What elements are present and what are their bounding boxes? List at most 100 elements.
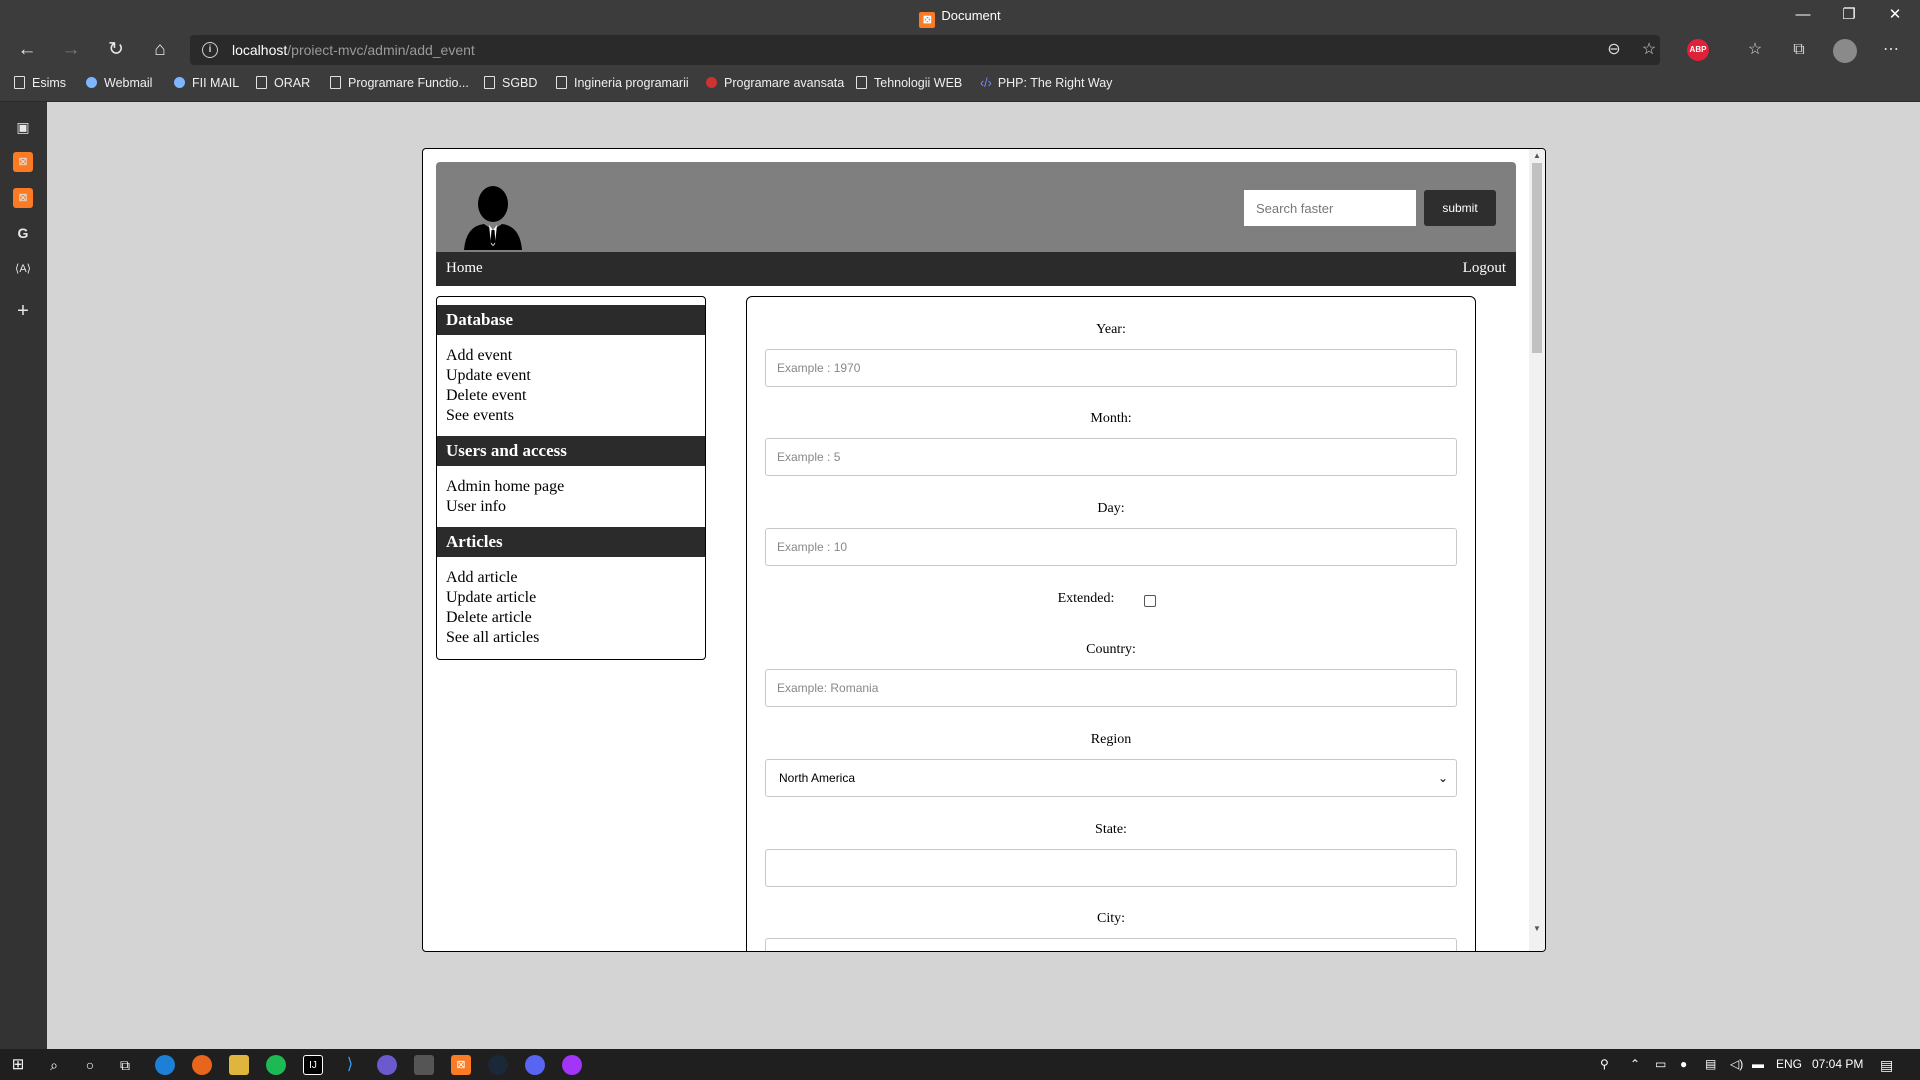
scrollbar-thumb[interactable] xyxy=(1532,163,1542,353)
sidebar-link-update-event[interactable]: Update event xyxy=(446,367,531,385)
search-icon[interactable]: ⌕ xyxy=(44,1055,64,1075)
sidebar-link-delete-article[interactable]: Delete article xyxy=(446,609,532,627)
bookmark-programare-avansata[interactable]: Programare avansata xyxy=(706,76,844,90)
collections-icon[interactable]: ⧉ xyxy=(1788,39,1810,61)
people-icon[interactable]: ⚲ xyxy=(1600,1057,1609,1071)
extended-label: Extended: xyxy=(1057,591,1115,606)
file-explorer-icon[interactable] xyxy=(229,1055,249,1075)
sidebar-link-user-info[interactable]: User info xyxy=(446,498,506,516)
page-icon xyxy=(256,76,267,89)
tray-chevron-icon[interactable]: ⌃ xyxy=(1630,1057,1640,1071)
add-tab-icon[interactable]: + xyxy=(13,301,33,321)
year-input[interactable] xyxy=(765,349,1457,387)
language-indicator[interactable]: ENG xyxy=(1776,1057,1802,1071)
info-icon[interactable]: i xyxy=(202,42,218,58)
sidebar-link-delete-event[interactable]: Delete event xyxy=(446,387,526,405)
messenger-icon[interactable] xyxy=(562,1055,582,1075)
country-input[interactable] xyxy=(765,669,1457,707)
steam-icon[interactable] xyxy=(488,1055,508,1075)
spotify-icon[interactable] xyxy=(266,1055,286,1075)
task-view-icon[interactable]: ⧉ xyxy=(115,1055,135,1075)
bookmark-ingineria-programarii[interactable]: Ingineria programarii xyxy=(556,76,689,90)
clock[interactable]: 07:04 PM xyxy=(1812,1057,1863,1071)
firefox-icon[interactable] xyxy=(192,1055,212,1075)
minimize-button[interactable]: — xyxy=(1780,0,1826,32)
region-selected-value: North America xyxy=(779,771,856,785)
xampp-tab-icon[interactable]: ⊠ xyxy=(13,188,33,208)
state-input[interactable] xyxy=(765,849,1457,887)
page-icon xyxy=(330,76,341,89)
bookmark-esims[interactable]: Esims xyxy=(14,76,66,90)
url-text[interactable]: localhost/proiect-mvc/admin/add_event xyxy=(232,42,475,58)
google-icon[interactable]: G xyxy=(13,223,33,243)
bookmark-fii-mail[interactable]: FII MAIL xyxy=(174,76,239,90)
submit-button[interactable]: submit xyxy=(1424,190,1496,226)
battery-icon[interactable]: ▭ xyxy=(1655,1057,1666,1071)
day-input[interactable] xyxy=(765,528,1457,566)
month-input[interactable] xyxy=(765,438,1457,476)
sidebar-link-see-all-articles[interactable]: See all articles xyxy=(446,629,539,647)
search-input[interactable] xyxy=(1244,190,1416,226)
home-icon[interactable]: ⌂ xyxy=(145,36,175,64)
window-title: ⊠ Document xyxy=(0,8,1920,28)
scroll-up-icon[interactable]: ▲ xyxy=(1532,151,1542,160)
app-tab-icon[interactable]: ⟨A⟩ xyxy=(13,259,33,279)
sidebar-link-update-article[interactable]: Update article xyxy=(446,589,536,607)
scroll-down-icon[interactable]: ▼ xyxy=(1532,924,1542,933)
bookmark-orar[interactable]: ORAR xyxy=(256,76,310,90)
notifications-icon[interactable]: ▤ xyxy=(1880,1057,1893,1074)
add-favorite-icon[interactable]: ☆ xyxy=(1638,39,1660,61)
intellij-icon[interactable]: IJ xyxy=(303,1055,323,1075)
app-icon[interactable] xyxy=(377,1055,397,1075)
profile-avatar[interactable] xyxy=(1833,39,1857,63)
adblock-icon[interactable]: ABP xyxy=(1687,39,1709,61)
discord-icon[interactable] xyxy=(525,1055,545,1075)
forward-icon[interactable]: → xyxy=(56,36,86,64)
sidebar-link-see-events[interactable]: See events xyxy=(446,407,514,425)
vscode-icon[interactable]: ⟩ xyxy=(340,1055,360,1075)
nav-logout-link[interactable]: Logout xyxy=(1463,260,1506,277)
bookmark-tehnologii-web[interactable]: Tehnologii WEB xyxy=(856,76,962,90)
region-select[interactable]: North America ⌄ xyxy=(765,759,1457,797)
volume-icon[interactable]: ◁) xyxy=(1730,1057,1743,1071)
back-icon[interactable]: ← xyxy=(12,36,42,64)
bookmark-programare-functionala[interactable]: Programare Functio... xyxy=(330,76,469,90)
battery-status-icon[interactable]: ▬ xyxy=(1752,1057,1764,1071)
xampp-icon[interactable]: ⊠ xyxy=(451,1055,471,1075)
more-icon[interactable]: ⋯ xyxy=(1880,39,1902,61)
section-header-users: Users and access xyxy=(437,436,705,466)
section-header-database: Database xyxy=(437,305,705,335)
zoom-icon[interactable]: ⊖ xyxy=(1603,39,1625,61)
app-icon[interactable] xyxy=(414,1055,434,1075)
refresh-icon[interactable]: ↻ xyxy=(101,36,131,64)
windows-taskbar: ⊞ ⌕ ○ ⧉ IJ ⟩ ⊠ ⚲ ⌃ ▭ ● ▤ ◁) ▬ ENG 07:04 … xyxy=(0,1049,1920,1080)
section-header-articles: Articles xyxy=(437,527,705,557)
windows-start-icon[interactable]: ⊞ xyxy=(8,1055,28,1075)
xampp-tab-icon[interactable]: ⊠ xyxy=(13,152,33,172)
globe-icon xyxy=(86,77,97,88)
page-scrollbar[interactable]: ▲ ▼ xyxy=(1529,149,1545,951)
extended-checkbox[interactable] xyxy=(1144,595,1156,607)
bookmark-sgbd[interactable]: SGBD xyxy=(484,76,537,90)
network-icon[interactable]: ▤ xyxy=(1705,1057,1716,1071)
restore-button[interactable]: ❐ xyxy=(1826,0,1872,32)
bookmark-php-right-way[interactable]: ‹/› PHP: The Right Way xyxy=(980,76,1112,90)
mic-icon[interactable]: ● xyxy=(1680,1057,1687,1071)
sidebar-link-add-article[interactable]: Add article xyxy=(446,569,518,587)
cortana-icon[interactable]: ○ xyxy=(80,1055,100,1075)
top-navigation: Home Logout xyxy=(436,252,1516,286)
edge-icon[interactable] xyxy=(155,1055,175,1075)
bookmark-webmail[interactable]: Webmail xyxy=(86,76,152,90)
address-bar[interactable]: i localhost/proiect-mvc/admin/add_event … xyxy=(190,35,1660,65)
sidebar-link-add-event[interactable]: Add event xyxy=(446,347,512,365)
browser-toolbar: ← → ↻ ⌂ i localhost/proiect-mvc/admin/ad… xyxy=(0,32,1920,68)
sidebar-link-admin-home[interactable]: Admin home page xyxy=(446,478,564,496)
favorites-icon[interactable]: ☆ xyxy=(1744,39,1766,61)
tabs-icon[interactable]: ▣ xyxy=(13,117,33,137)
city-label: City: xyxy=(1096,911,1125,926)
city-input[interactable] xyxy=(765,938,1457,951)
globe-icon xyxy=(174,77,185,88)
page-icon xyxy=(14,76,25,89)
close-button[interactable]: ✕ xyxy=(1872,0,1918,32)
nav-home-link[interactable]: Home xyxy=(446,260,483,277)
